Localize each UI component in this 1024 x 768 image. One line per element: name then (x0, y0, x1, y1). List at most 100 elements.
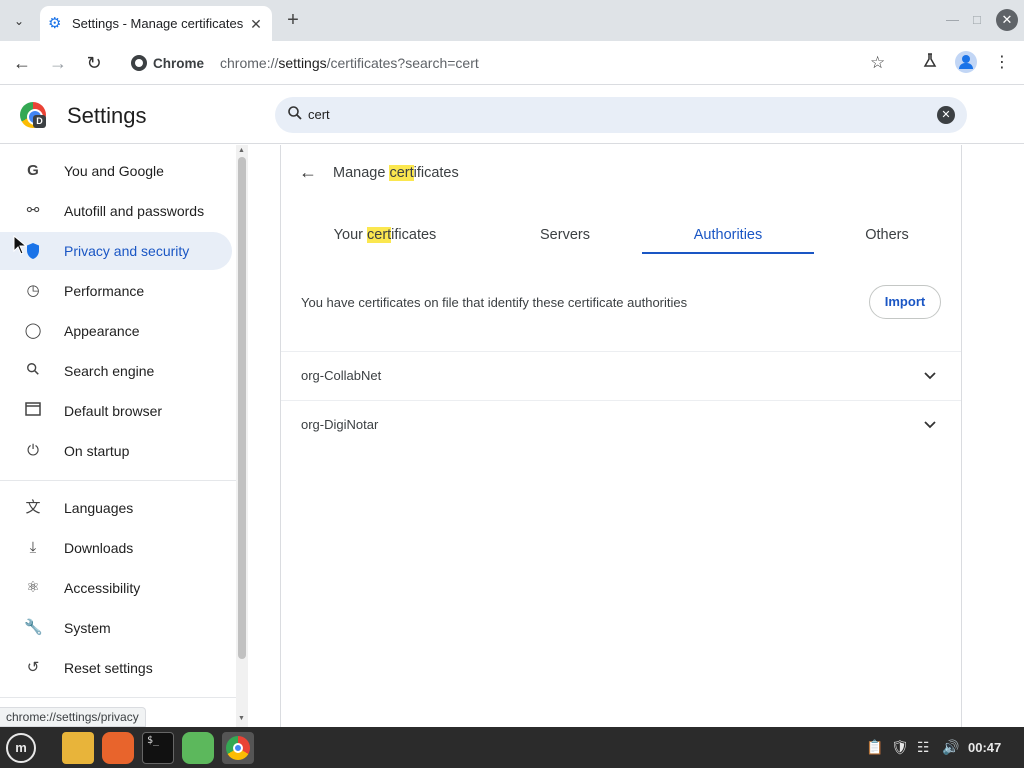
gear-icon: ⚙ (48, 14, 62, 32)
url-text: chrome://settings/certificates?search=ce… (220, 55, 479, 71)
arrow-left-icon: ← (13, 53, 31, 73)
sidebar-item-label: Default browser (64, 403, 163, 419)
scroll-down-icon[interactable]: ▼ (238, 715, 245, 722)
more-menu-icon[interactable]: ⋮ (991, 52, 1013, 74)
tab-title: Settings - Manage certificates (72, 16, 244, 31)
chevron-down-icon: ⌄ (13, 14, 25, 28)
chrome-taskbar-icon[interactable] (222, 732, 254, 764)
certificate-org-name: org-DigiNotar (301, 417, 379, 432)
import-button[interactable]: Import (869, 285, 941, 319)
sidebar-item-system[interactable]: 🔧 System (0, 609, 232, 647)
clear-search-icon[interactable]: ✕ (937, 106, 955, 124)
tab-strip: ⌄ ⚙ Settings - Manage certificates ✕ + —… (0, 0, 1024, 41)
download-icon: ⤓ (29, 539, 37, 556)
sidebar-item-label: Privacy and security (64, 243, 190, 259)
browser-tab-settings[interactable]: ⚙ Settings - Manage certificates ✕ (40, 6, 272, 41)
sidebar-item-downloads[interactable]: ⤓ Downloads (0, 529, 232, 567)
sidebar-item-appearance[interactable]: ◯ Appearance (0, 312, 232, 350)
wrench-icon: 🔧 (24, 619, 43, 636)
site-info-chip[interactable]: Chrome (128, 50, 211, 76)
sidebar-item-label: Search engine (64, 363, 155, 379)
settings-sidebar: G You and Google ⚯ Autofill and password… (0, 145, 236, 727)
scrollbar-thumb[interactable] (238, 157, 246, 659)
card-header: ← Manage certificates (299, 162, 459, 183)
sidebar-item-label: You and Google (64, 163, 164, 179)
sidebar-scrollbar[interactable]: ▲ ▼ (236, 145, 248, 727)
terminal-icon[interactable]: $_ (142, 732, 174, 764)
speedometer-icon: ◷ (26, 282, 40, 299)
minimize-icon[interactable]: — (946, 12, 959, 27)
dev-badge-icon: D (33, 115, 46, 128)
network-icon[interactable]: ☷ (917, 739, 930, 756)
shield-tray-icon[interactable]: 🛡 (891, 739, 909, 756)
settings-header: D Settings cert ✕ (0, 86, 1024, 144)
expand-chevron-icon[interactable] (921, 415, 939, 433)
search-value: cert (308, 107, 330, 122)
card-title: Manage certificates (333, 164, 459, 181)
new-tab-button[interactable]: + (282, 9, 304, 31)
expand-chevron-icon[interactable] (921, 366, 939, 384)
back-button[interactable]: ← (10, 51, 34, 75)
sidebar-item-performance[interactable]: ◷ Performance (0, 272, 232, 310)
sidebar-item-label: Accessibility (64, 580, 141, 596)
page-title: Settings (67, 103, 147, 128)
sidebar-item-label: Languages (64, 500, 134, 516)
chrome-logo-center (233, 743, 243, 753)
sidebar-item-default-browser[interactable]: Default browser (0, 392, 232, 430)
reload-button[interactable]: ↻ (82, 51, 106, 75)
sidebar-item-reset-settings[interactable]: ↺ Reset settings (0, 649, 232, 687)
tab-authorities[interactable]: Authorities (642, 215, 814, 255)
sidebar-divider (0, 697, 236, 698)
taskbar: m $_ 📋 🛡 ☷ 🔊 00:47 (0, 727, 1024, 768)
files-folder-icon[interactable] (62, 732, 94, 764)
close-window-icon[interactable]: ✕ (996, 9, 1018, 31)
sidebar-divider (0, 480, 236, 481)
sidebar-item-label: System (64, 620, 111, 636)
volume-icon[interactable]: 🔊 (942, 739, 959, 756)
settings-search-input[interactable]: cert ✕ (275, 97, 967, 133)
search-icon (24, 362, 42, 380)
address-bar[interactable]: Chrome chrome://settings/certificates?se… (120, 46, 902, 80)
translate-icon: 文 (25, 499, 41, 516)
sidebar-item-autofill[interactable]: ⚯ Autofill and passwords (0, 192, 232, 230)
sidebar-item-privacy[interactable]: Privacy and security (0, 232, 232, 270)
close-tab-icon[interactable]: ✕ (248, 16, 264, 32)
reload-icon: ↻ (86, 53, 102, 73)
palette-icon: ◯ (24, 322, 42, 339)
sidebar-item-you-and-google[interactable]: G You and Google (0, 152, 232, 190)
reset-icon: ↺ (26, 659, 40, 676)
sidebar-item-label: Appearance (64, 323, 140, 339)
clock: 00:47 (968, 740, 1002, 755)
list-item[interactable]: org-DigiNotar (281, 401, 961, 449)
browser-window-icon (24, 402, 42, 420)
maximize-icon[interactable]: □ (973, 12, 981, 27)
tab-search-button[interactable]: ⌄ (6, 8, 32, 34)
sidebar-item-accessibility[interactable]: ⚛ Accessibility (0, 569, 232, 607)
sidebar-item-label: Downloads (64, 540, 134, 556)
browser-toolbar: ← → ↻ Chrome chrome://settings/certifica… (0, 41, 1024, 85)
sidebar-item-languages[interactable]: 文 Languages (0, 489, 232, 527)
sidebar-item-search-engine[interactable]: Search engine (0, 352, 232, 390)
tab-servers[interactable]: Servers (481, 215, 649, 255)
selected-tab-indicator (642, 252, 814, 254)
scroll-up-icon[interactable]: ▲ (238, 147, 245, 154)
list-item[interactable]: org-CollabNet (281, 352, 961, 400)
certificates-card: ← Manage certificates Your certificates … (280, 145, 962, 727)
tab-your-certificates[interactable]: Your certificates (301, 215, 469, 255)
tab-others[interactable]: Others (803, 215, 971, 255)
sidebar-item-label: Autofill and passwords (64, 203, 205, 219)
clipboard-icon[interactable]: 📋 (866, 739, 883, 756)
firefox-icon[interactable] (102, 732, 134, 764)
back-arrow-icon[interactable]: ← (299, 162, 319, 183)
google-icon: G (27, 162, 39, 179)
bookmark-star-icon[interactable]: ☆ (870, 53, 885, 73)
site-info-label: Chrome (153, 55, 205, 71)
forward-button[interactable]: → (46, 51, 70, 75)
profile-avatar[interactable] (955, 51, 977, 73)
sidebar-item-label: Reset settings (64, 660, 153, 676)
spreadsheet-app-icon[interactable] (182, 732, 214, 764)
labs-flask-icon[interactable] (919, 52, 941, 74)
sidebar-item-on-startup[interactable]: ⏻ On startup (0, 432, 232, 470)
mint-menu-icon[interactable]: m (6, 733, 36, 763)
sidebar-item-label: On startup (64, 443, 130, 459)
